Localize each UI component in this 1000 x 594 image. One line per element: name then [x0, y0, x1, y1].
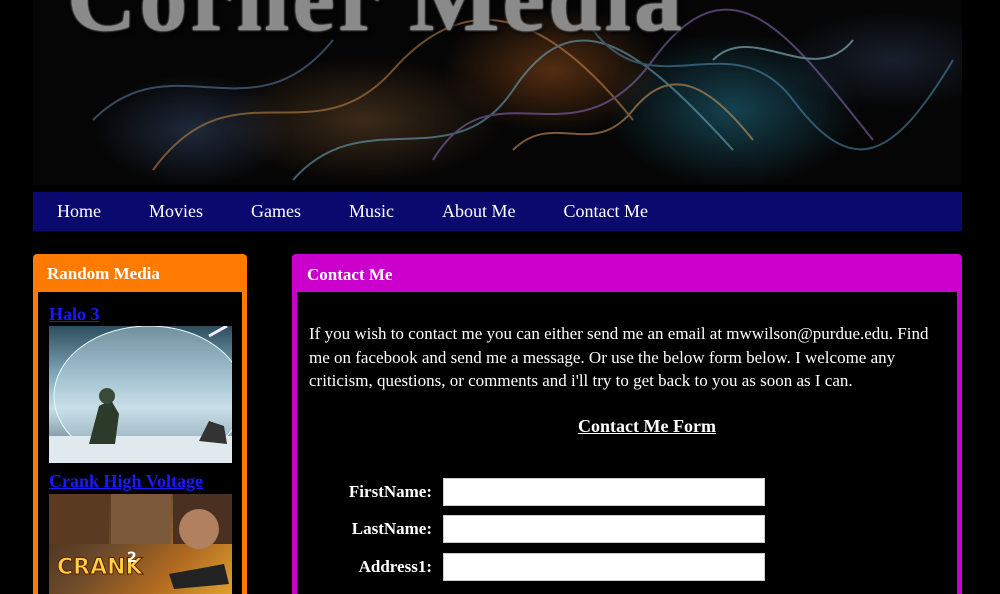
nav-home[interactable]: Home [57, 201, 101, 222]
site-title: Corner Media [67, 0, 685, 53]
nav-music[interactable]: Music [349, 201, 394, 222]
address1-input[interactable] [443, 553, 765, 581]
site-banner: Corner Media [33, 0, 962, 185]
contact-panel: Contact Me If you wish to contact me you… [292, 254, 962, 594]
main-nav: Home Movies Games Music About Me Contact… [33, 192, 962, 231]
svg-text:2: 2 [127, 550, 137, 566]
random-media-list: Halo 3 Crank High Voltage CRANK 2 [38, 292, 242, 594]
nav-movies[interactable]: Movies [149, 201, 203, 222]
address1-label: Address1: [358, 557, 432, 576]
halo-3-thumbnail[interactable] [49, 326, 232, 463]
firstname-label: FirstName: [348, 482, 432, 501]
random-media-title: Random Media [47, 264, 160, 283]
form-row-lastname: LastName: [297, 515, 797, 543]
contact-intro-text: If you wish to contact me you can either… [309, 324, 929, 390]
nav-games[interactable]: Games [251, 201, 301, 222]
firstname-input[interactable] [443, 478, 765, 506]
lastname-label: LastName: [351, 519, 432, 538]
contact-title: Contact Me [307, 265, 393, 284]
form-row-firstname: FirstName: [297, 478, 797, 506]
media-link-crank-high-voltage[interactable]: Crank High Voltage [49, 471, 203, 492]
contact-form-title: Contact Me Form [578, 416, 716, 436]
nav-contact-me[interactable]: Contact Me [563, 201, 647, 222]
lastname-input[interactable] [443, 515, 765, 543]
contact-body: If you wish to contact me you can either… [297, 292, 957, 594]
form-row-address1: Address1: [297, 553, 797, 581]
crank-high-voltage-thumbnail[interactable]: CRANK 2 [49, 494, 232, 594]
nav-about-me[interactable]: About Me [442, 201, 516, 222]
random-media-panel: Random Media Halo 3 Crank High Voltage C… [33, 254, 247, 594]
media-link-halo-3[interactable]: Halo 3 [49, 304, 100, 325]
